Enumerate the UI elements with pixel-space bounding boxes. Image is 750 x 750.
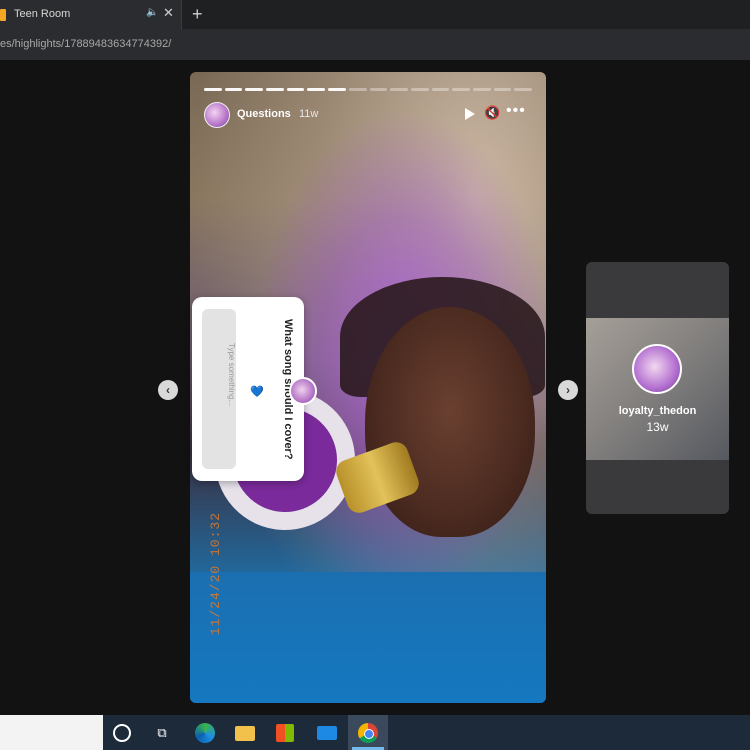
story-progress-segment xyxy=(204,88,222,91)
story-progress-segment xyxy=(410,88,429,91)
mail-icon[interactable] xyxy=(317,726,337,740)
story-progress-segment xyxy=(369,88,388,91)
story-progress-segment xyxy=(514,88,532,91)
address-bar[interactable]: es/highlights/17889483634774392/ xyxy=(0,30,750,60)
story-progress-segment xyxy=(472,88,491,91)
next-story-time-ago: 13w xyxy=(646,420,669,434)
story-photo-face xyxy=(365,307,535,537)
windows-taskbar: ⧉ xyxy=(0,715,750,750)
story-progress-segment xyxy=(286,88,305,91)
question-answer-placeholder: Type something... xyxy=(227,343,236,407)
new-tab-button[interactable]: + xyxy=(192,4,203,24)
chrome-icon[interactable] xyxy=(358,723,378,743)
question-sticker-avatar xyxy=(289,377,317,405)
tab-title: Teen Room xyxy=(14,8,71,20)
story-time-ago: 11w xyxy=(299,108,319,120)
browser-tab[interactable]: Teen Room 🔈 ✕ xyxy=(0,0,182,30)
story-progress-segment xyxy=(431,88,450,91)
next-story-preview[interactable]: loyalty_thedon 13w xyxy=(586,262,729,514)
next-story-avatar xyxy=(632,344,682,394)
story-progress-segment xyxy=(224,88,243,91)
story-progress-segment xyxy=(266,88,284,91)
store-icon[interactable] xyxy=(276,724,294,742)
next-story-username: loyalty_thedon xyxy=(618,405,697,417)
address-url[interactable]: es/highlights/17889483634774392/ xyxy=(0,38,171,50)
file-explorer-icon[interactable] xyxy=(235,726,255,741)
story-progress-bar xyxy=(204,88,532,91)
photo-date-stamp: 11/24/20 10:32 xyxy=(208,512,223,636)
heart-icon: 💙 xyxy=(250,386,264,398)
browser-tab-bar: Teen Room 🔈 ✕ + xyxy=(0,0,750,30)
taskbar-search-box[interactable] xyxy=(0,715,103,750)
story-username[interactable]: Questions xyxy=(237,108,291,120)
story-progress-segment xyxy=(348,88,367,91)
more-options-icon[interactable]: ••• xyxy=(506,103,526,119)
task-view-icon[interactable]: ⧉ xyxy=(152,723,172,743)
next-story-button[interactable]: › xyxy=(558,380,578,400)
story-progress-segment xyxy=(307,88,326,91)
question-sticker[interactable]: What song should I cover? 💙 Type somethi… xyxy=(192,297,304,481)
story-avatar[interactable] xyxy=(204,102,230,128)
question-answer-field[interactable]: Type something... xyxy=(202,309,236,469)
story-progress-segment xyxy=(328,88,346,91)
tab-favicon-icon xyxy=(0,9,6,21)
edge-icon[interactable] xyxy=(195,723,215,743)
tab-close-icon[interactable]: ✕ xyxy=(163,6,174,20)
story-progress-segment xyxy=(390,88,408,91)
play-icon[interactable] xyxy=(465,108,475,120)
tab-audio-icon[interactable]: 🔈 xyxy=(146,7,158,18)
previous-story-button[interactable]: ‹ xyxy=(158,380,178,400)
mute-icon[interactable]: 🔇 xyxy=(484,105,500,121)
story-progress-segment xyxy=(245,88,264,91)
story-photo-shirt xyxy=(190,572,546,703)
cortana-icon[interactable] xyxy=(113,724,131,742)
story-progress-segment xyxy=(493,88,512,91)
story-progress-segment xyxy=(452,88,470,91)
